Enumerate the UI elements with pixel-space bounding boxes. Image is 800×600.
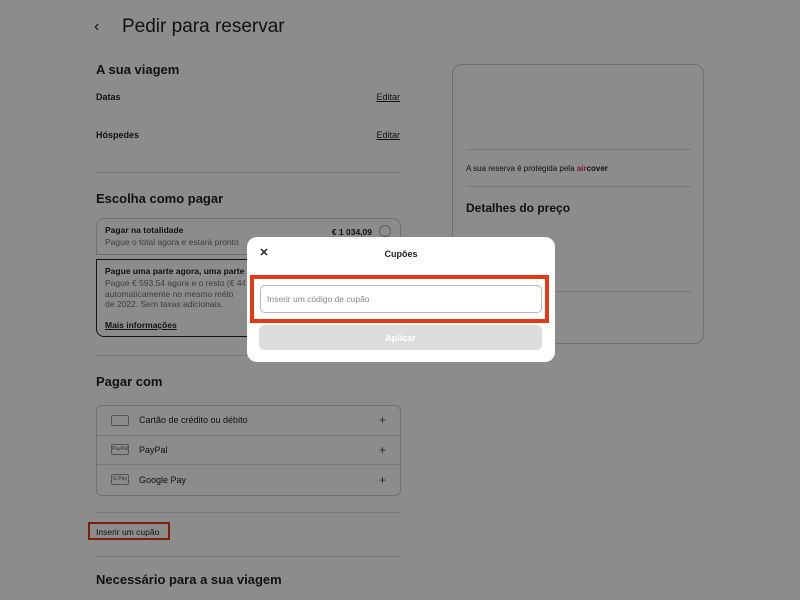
- modal-title: Cupões: [384, 249, 418, 259]
- apply-button[interactable]: Aplicar: [259, 325, 542, 350]
- coupon-code-input[interactable]: [260, 285, 542, 313]
- coupon-modal: ✕ Cupões Aplicar: [247, 237, 555, 362]
